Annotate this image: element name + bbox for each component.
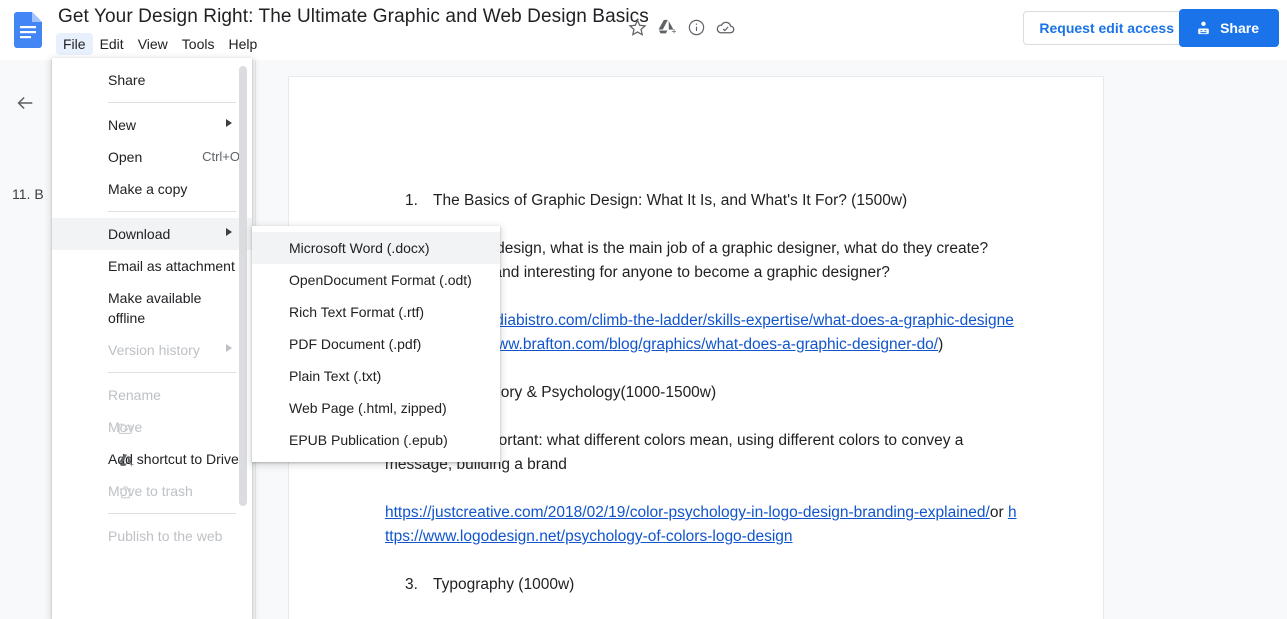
trash-icon — [116, 483, 134, 501]
app-header: Get Your Design Right: The Ultimate Grap… — [0, 0, 1287, 60]
star-icon[interactable] — [626, 16, 648, 38]
document-title[interactable]: Get Your Design Right: The Ultimate Grap… — [58, 6, 649, 28]
back-arrow-icon[interactable] — [8, 86, 42, 120]
paren-close: ) — [938, 336, 944, 353]
download-item-pdf[interactable]: PDF Document (.pdf) — [252, 328, 500, 360]
file-menu-item-make-available-offline[interactable]: Make available offline — [52, 282, 252, 334]
file-menu-item-email-as-attachment[interactable]: Email as attachment — [52, 250, 252, 282]
svg-text:+: + — [129, 460, 134, 469]
chevron-right-icon — [226, 119, 232, 127]
file-menu-item-move-to-trash: Move to trash — [52, 475, 252, 507]
keyboard-shortcut: Ctrl+O — [202, 149, 240, 164]
menu-file[interactable]: File — [56, 33, 93, 55]
link-separator: or — [989, 504, 1008, 521]
external-link[interactable]: https://www.brafton.com/blog/graphics/wh… — [439, 336, 938, 353]
add-shortcut-to-drive-icon: + — [116, 451, 134, 469]
file-menu-item-make-a-copy[interactable]: Make a copy — [52, 173, 252, 205]
add-shortcut-to-drive-icon[interactable]: + — [655, 16, 677, 38]
download-item-docx[interactable]: Microsoft Word (.docx) — [252, 232, 500, 264]
menu-tools[interactable]: Tools — [175, 33, 222, 55]
list-item: 3. Typography (1000w) — [385, 573, 1017, 597]
share-person-lock-icon — [1195, 20, 1212, 37]
menu-separator — [108, 102, 236, 103]
file-menu-item-move: Move — [52, 411, 252, 443]
menu-help[interactable]: Help — [221, 33, 264, 55]
download-item-odt[interactable]: OpenDocument Format (.odt) — [252, 264, 500, 296]
download-item-txt[interactable]: Plain Text (.txt) — [252, 360, 500, 392]
chevron-right-icon — [226, 228, 232, 236]
menu-view[interactable]: View — [131, 33, 175, 55]
file-menu-dropdown[interactable]: Share New Open Ctrl+O Make a copy Downlo… — [52, 58, 252, 619]
outline-item[interactable]: 11. B — [12, 186, 44, 202]
google-docs-icon[interactable] — [8, 10, 48, 50]
file-menu-item-label: Publish to the web — [108, 528, 223, 544]
request-edit-access-button[interactable]: Request edit access — [1023, 11, 1190, 45]
file-menu-item-label: Version history — [108, 342, 200, 358]
download-item-html[interactable]: Web Page (.html, zipped) — [252, 392, 500, 424]
file-menu-item-label: Share — [108, 72, 146, 88]
list-item: 1. The Basics of Graphic Design: What It… — [385, 189, 1017, 213]
file-menu-item-open[interactable]: Open Ctrl+O — [52, 141, 252, 173]
list-number: 3. — [405, 576, 418, 593]
share-button[interactable]: Share — [1179, 9, 1279, 47]
file-menu-item-download[interactable]: Download — [52, 218, 252, 250]
file-menu-item-publish-to-the-web: Publish to the web — [52, 520, 252, 552]
list-item-text: The Basics of Graphic Design: What It Is… — [433, 192, 908, 209]
saved-to-drive-cloud-icon[interactable] — [714, 16, 736, 38]
file-menu-item-label: New — [108, 117, 137, 133]
share-button-label: Share — [1220, 20, 1259, 36]
file-menu-item-label: Open — [108, 149, 143, 165]
download-item-epub[interactable]: EPUB Publication (.epub) — [252, 424, 500, 456]
list-item-text: Typography (1000w) — [433, 576, 575, 593]
file-menu-scrollbar[interactable] — [239, 66, 247, 506]
menu-separator — [108, 372, 236, 373]
file-menu-item-label: Email as attachment — [108, 258, 235, 274]
chevron-right-icon — [226, 344, 232, 352]
menu-separator — [108, 211, 236, 212]
file-menu-item-new[interactable]: New — [52, 109, 252, 141]
menu-edit[interactable]: Edit — [93, 33, 131, 55]
link-paragraph: https://justcreative.com/2018/02/19/colo… — [385, 501, 1017, 549]
file-menu-item-label: Make a copy — [108, 181, 188, 197]
list-number: 1. — [405, 192, 418, 209]
file-menu-item-version-history: Version history — [52, 334, 252, 366]
menu-separator — [108, 513, 236, 514]
file-menu-item-add-shortcut-to-drive[interactable]: + Add shortcut to Drive — [52, 443, 252, 475]
file-menu-item-rename: Rename — [52, 379, 252, 411]
external-link[interactable]: https://justcreative.com/2018/02/19/colo… — [385, 504, 990, 521]
move-to-folder-icon — [116, 419, 134, 437]
file-menu-item-label: Make available offline — [108, 290, 202, 326]
svg-text:+: + — [671, 27, 676, 37]
document-status-info-icon[interactable] — [685, 16, 707, 38]
file-menu-item-label: Download — [108, 226, 171, 242]
download-item-rtf[interactable]: Rich Text Format (.rtf) — [252, 296, 500, 328]
menu-bar: File Edit View Tools Help — [56, 33, 264, 55]
file-menu-item-share[interactable]: Share — [52, 64, 252, 96]
file-menu-item-label: Rename — [108, 387, 161, 403]
download-submenu[interactable]: Microsoft Word (.docx) OpenDocument Form… — [252, 226, 500, 462]
